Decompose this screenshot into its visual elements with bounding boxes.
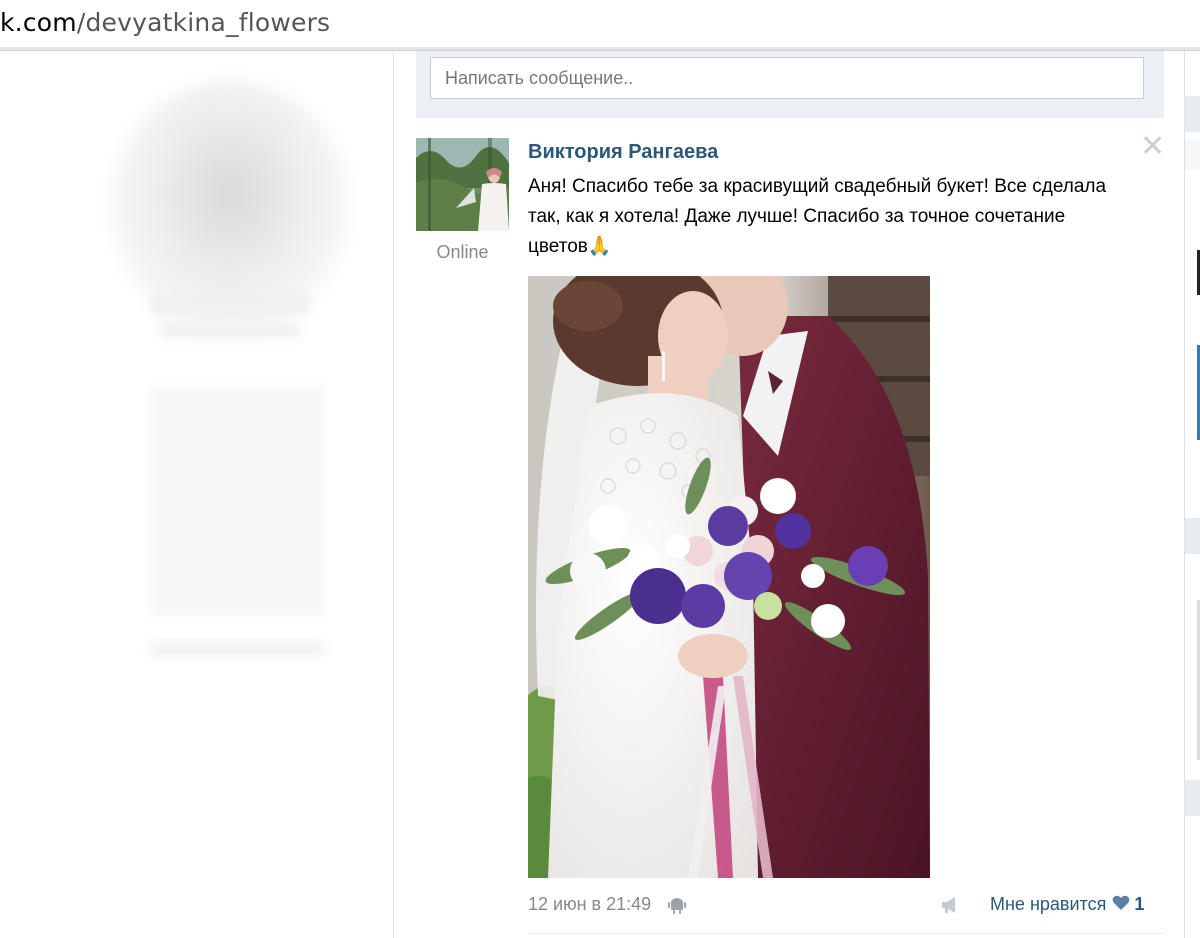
url-text[interactable]: k.com/devyatkina_flowers [0,8,330,37]
blurred-profile-block [150,386,325,616]
write-message-input[interactable] [430,57,1144,99]
right-column-header [1185,96,1200,132]
url-host: k.com [0,8,77,37]
share-icon[interactable] [940,896,962,919]
blurred-profile-caption [150,641,325,657]
author-avatar[interactable] [416,138,509,231]
profile-column [0,51,393,938]
post-photo[interactable] [528,276,930,878]
blurred-profile-avatar [110,81,350,331]
like-label: Мне нравится [990,894,1107,914]
blurred-profile-name [150,296,310,314]
blurred-profile-subtitle [160,321,300,339]
author-name-link[interactable]: Виктория Рангаева [528,141,718,164]
right-column-header [1185,780,1200,816]
like-count: 1 [1134,894,1145,914]
heart-icon [1112,895,1130,916]
android-icon [668,895,686,920]
avatar-photo [416,138,509,231]
post-text: Аня! Спасибо тебе за красивущий свадебны… [528,176,1107,257]
wedding-photo [528,276,930,878]
right-column-header [1185,518,1200,554]
post-date-link[interactable]: 12 июн в 21:49 [528,894,651,915]
post-divider [528,933,1164,934]
right-column-row [1185,140,1200,170]
url-path: /devyatkina_flowers [76,8,331,37]
like-button[interactable]: Мне нравится 1 [990,894,1144,916]
close-icon[interactable]: ✕ [1140,132,1165,162]
online-status: Online [436,242,489,262]
address-bar[interactable]: k.com/devyatkina_flowers [0,0,1200,51]
